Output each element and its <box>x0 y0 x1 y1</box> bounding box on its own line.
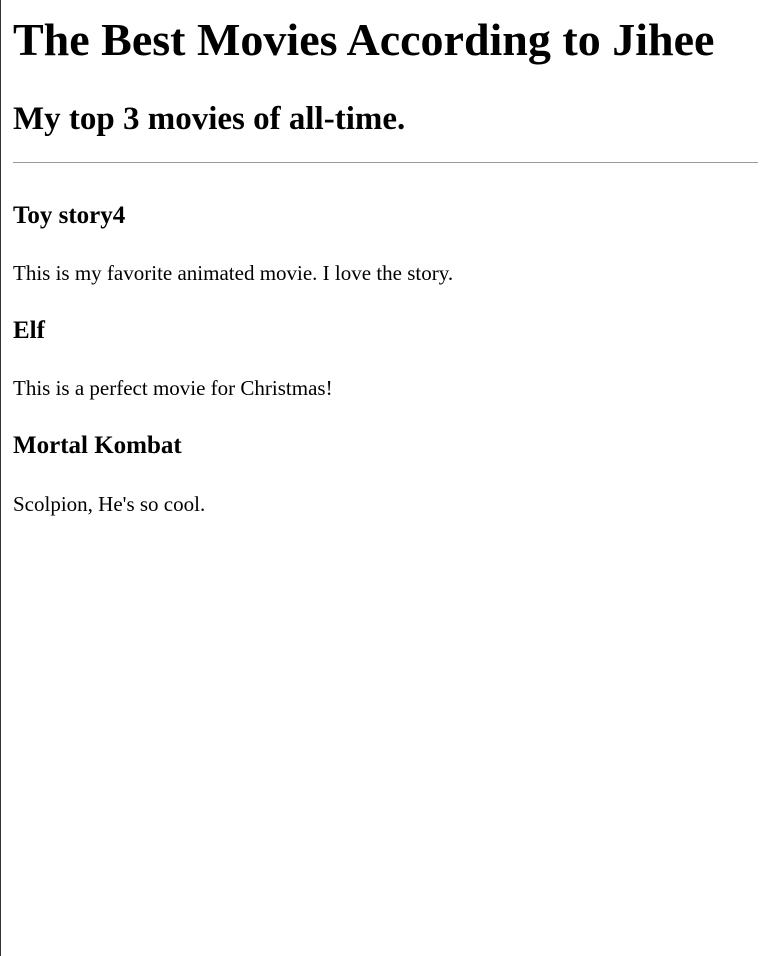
horizontal-divider <box>13 162 758 163</box>
movie-description-mortal-kombat: Scolpion, He's so cool. <box>13 492 206 516</box>
movie-description-toy-story4: This is my favorite animated movie. I lo… <box>13 261 454 285</box>
movie-description-elf: This is a perfect movie for Christmas! <box>13 376 333 400</box>
page-title: The Best Movies According to Jihee <box>13 14 715 65</box>
movie-title-mortal-kombat: Mortal Kombat <box>13 432 182 459</box>
movie-title-toy-story4: Toy story4 <box>13 202 126 229</box>
movie-title-elf: Elf <box>13 317 45 344</box>
window-left-border <box>0 0 1 956</box>
page-subtitle: My top 3 movies of all-time. <box>13 101 406 137</box>
